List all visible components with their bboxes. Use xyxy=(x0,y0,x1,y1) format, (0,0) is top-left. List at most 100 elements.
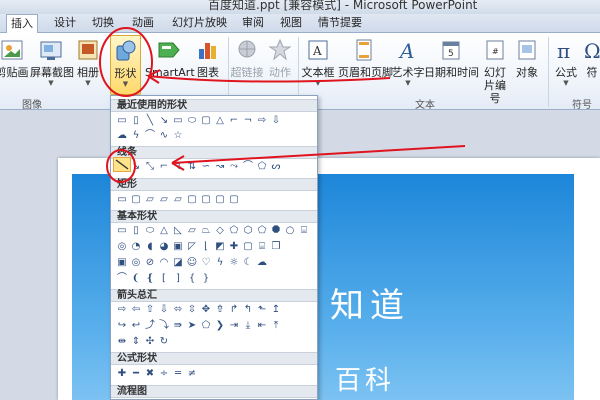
round-diagonal-rect-icon[interactable]: ▢ xyxy=(213,193,227,207)
hyperlink-button[interactable]: 超链接 xyxy=(230,35,264,93)
tab-slideshow[interactable]: 幻灯片放映 xyxy=(168,14,231,33)
arrow-line-shape-icon[interactable]: ↘ xyxy=(129,160,143,174)
block-arc-shape-icon[interactable]: ◠ xyxy=(157,256,171,270)
curved-up-arrow-icon[interactable]: ⤴ xyxy=(143,319,157,333)
object-button[interactable]: 对象 xyxy=(512,35,542,93)
arrow-down-shape-icon[interactable]: ⇩ xyxy=(157,303,171,317)
cube-shape-icon[interactable]: ❒ xyxy=(269,240,283,254)
textbox-shape-icon[interactable]: ▭ xyxy=(115,224,129,238)
cross-shape-icon[interactable]: ✚ xyxy=(227,240,241,254)
quad-arrow-callout-icon[interactable]: ✣ xyxy=(143,335,157,349)
circular-arrow-icon[interactable]: ↻ xyxy=(157,335,171,349)
moon-shape-icon[interactable]: ☾ xyxy=(241,256,255,270)
left-right-arrow-callout-icon[interactable]: ⇹ xyxy=(115,335,129,349)
smartart-button[interactable]: SmartArt xyxy=(145,35,195,93)
cloud-shape-icon[interactable]: ☁ xyxy=(115,129,129,143)
teardrop-shape-icon[interactable]: ◕ xyxy=(157,240,171,254)
star-shape-icon[interactable]: ☆ xyxy=(171,129,185,143)
chart-button[interactable]: 图表 xyxy=(194,35,222,93)
arrow-up-shape-icon[interactable]: ⇧ xyxy=(143,303,157,317)
vertical-textbox-shape-icon[interactable]: ▯ xyxy=(129,224,143,238)
down-arrow-callout-icon[interactable]: ⤓ xyxy=(241,319,255,333)
rounded-rect-shape-icon[interactable]: ▢ xyxy=(129,193,143,207)
curved-left-arrow-icon[interactable]: ↩ xyxy=(129,319,143,333)
diamond-shape-icon[interactable]: ◇ xyxy=(213,224,227,238)
header-footer-button[interactable]: 页眉和页脚 xyxy=(338,35,393,93)
round-same-side-rect-icon[interactable]: ▢ xyxy=(227,193,241,207)
oval-shape-icon[interactable]: ⬭ xyxy=(185,114,199,128)
slide-number-button[interactable]: # 幻灯 片编号 xyxy=(480,35,510,105)
rounded-rect-shape-icon[interactable]: ▢ xyxy=(199,114,213,128)
striped-right-arrow-icon[interactable]: ⇛ xyxy=(171,319,185,333)
tab-transitions[interactable]: 切换 xyxy=(88,14,118,33)
diagonal-stripe-icon[interactable]: ◩ xyxy=(213,240,227,254)
right-triangle-shape-icon[interactable]: ◺ xyxy=(171,224,185,238)
curved-connector-icon[interactable]: ∽ xyxy=(199,160,213,174)
arrow-right-shape-icon[interactable]: ⇨ xyxy=(255,114,269,128)
up-arrow-callout-icon[interactable]: ⤒ xyxy=(269,319,283,333)
notched-right-arrow-icon[interactable]: ➤ xyxy=(185,319,199,333)
donut-shape-icon[interactable]: ◎ xyxy=(129,256,143,270)
folded-corner-shape-icon[interactable]: ◪ xyxy=(171,256,185,270)
oval-shape-icon[interactable]: ⬭ xyxy=(143,224,157,238)
elbow-arrow-connector-icon[interactable]: ↴ xyxy=(171,160,185,174)
album-button[interactable]: 相册 ▼ xyxy=(74,35,102,93)
curve-shape-icon[interactable]: ∿ xyxy=(157,129,171,143)
textbox-shape-icon[interactable]: ▭ xyxy=(115,114,129,128)
equal-shape-icon[interactable]: ═ xyxy=(171,367,185,381)
screenshot-button[interactable]: 屏幕截图 ▼ xyxy=(30,35,74,93)
divide-shape-icon[interactable]: ÷ xyxy=(157,367,171,381)
tab-review[interactable]: 审阅 xyxy=(238,14,268,33)
bent-up-arrow-icon[interactable]: ↥ xyxy=(269,303,283,317)
plaque-shape-icon[interactable]: ▢ xyxy=(241,240,255,254)
lightning-shape-icon[interactable]: ϟ xyxy=(213,256,227,270)
heptagon-shape-icon[interactable]: ⬠ xyxy=(255,224,269,238)
clipart-button[interactable]: 剪贴画 xyxy=(0,35,30,93)
left-bracket-shape-icon[interactable]: [ xyxy=(157,272,171,286)
curved-arrow-connector-icon[interactable]: ↝ xyxy=(213,160,227,174)
snip-corner-rect-icon[interactable]: ▱ xyxy=(157,193,171,207)
textbox-button[interactable]: A 文本框 ▼ xyxy=(300,35,336,93)
left-brace-shape-icon[interactable]: { xyxy=(185,272,199,286)
elbow-double-arrow-icon[interactable]: ⇅ xyxy=(185,160,199,174)
line-shape-icon[interactable]: ╲ xyxy=(143,114,157,128)
u-turn-arrow-icon[interactable]: ↰ xyxy=(241,303,255,317)
left-arrow-callout-icon[interactable]: ⇤ xyxy=(255,319,269,333)
snip-corner-rect-icon[interactable]: ▱ xyxy=(143,193,157,207)
pentagon-shape-icon[interactable]: ⬠ xyxy=(227,224,241,238)
lightning-shape-icon[interactable]: ϟ xyxy=(129,129,143,143)
trapezoid-shape-icon[interactable]: ⏢ xyxy=(199,224,213,238)
left-up-arrow-icon[interactable]: ⬑ xyxy=(255,303,269,317)
bent-arrow-icon[interactable]: ↱ xyxy=(227,303,241,317)
tab-design[interactable]: 设计 xyxy=(50,14,80,33)
up-down-arrow-icon[interactable]: ⇳ xyxy=(185,303,199,317)
elbow-connector-icon[interactable]: ¬ xyxy=(241,114,255,128)
pie-shape-icon[interactable]: ◔ xyxy=(129,240,143,254)
slide-title[interactable]: 知道 xyxy=(330,278,410,327)
tab-insert[interactable]: 插入 xyxy=(6,14,38,34)
datetime-button[interactable]: 5 日期和时间 xyxy=(424,35,479,93)
minus-shape-icon[interactable]: ━ xyxy=(129,367,143,381)
shapes-button[interactable]: 形状 ▼ xyxy=(110,35,141,95)
not-equal-shape-icon[interactable]: ≠ xyxy=(185,367,199,381)
curved-down-arrow-icon[interactable]: ⤵ xyxy=(157,319,171,333)
action-button[interactable]: 动作 xyxy=(266,35,294,93)
wordart-button[interactable]: A 艺术字 ▼ xyxy=(390,35,426,93)
elbow-connector-icon[interactable]: ⌐ xyxy=(227,114,241,128)
frame-shape-icon[interactable]: ▣ xyxy=(171,240,185,254)
bevel-shape-icon[interactable]: ▣ xyxy=(115,256,129,270)
scribble-shape-icon[interactable]: ᔕ xyxy=(269,160,283,174)
left-right-up-arrow-icon[interactable]: ⇮ xyxy=(213,303,227,317)
selected-line-shape[interactable] xyxy=(113,157,131,172)
hexagon-shape-icon[interactable]: ⬡ xyxy=(241,224,255,238)
brace-pair-shape-icon[interactable]: ❴ xyxy=(143,272,157,286)
arrow-left-shape-icon[interactable]: ⇦ xyxy=(129,303,143,317)
symbol-button[interactable]: Ω 符 xyxy=(582,35,600,93)
triangle-shape-icon[interactable]: △ xyxy=(213,114,227,128)
snip-round-rect-icon[interactable]: ▢ xyxy=(185,193,199,207)
tab-view[interactable]: 视图 xyxy=(276,14,306,33)
equation-button[interactable]: π 公式 ▼ xyxy=(552,35,580,93)
curved-right-arrow-icon[interactable]: ↪ xyxy=(115,319,129,333)
cloud-shape-icon[interactable]: ☁ xyxy=(255,256,269,270)
pentagon-arrow-icon[interactable]: ⬠ xyxy=(199,319,213,333)
